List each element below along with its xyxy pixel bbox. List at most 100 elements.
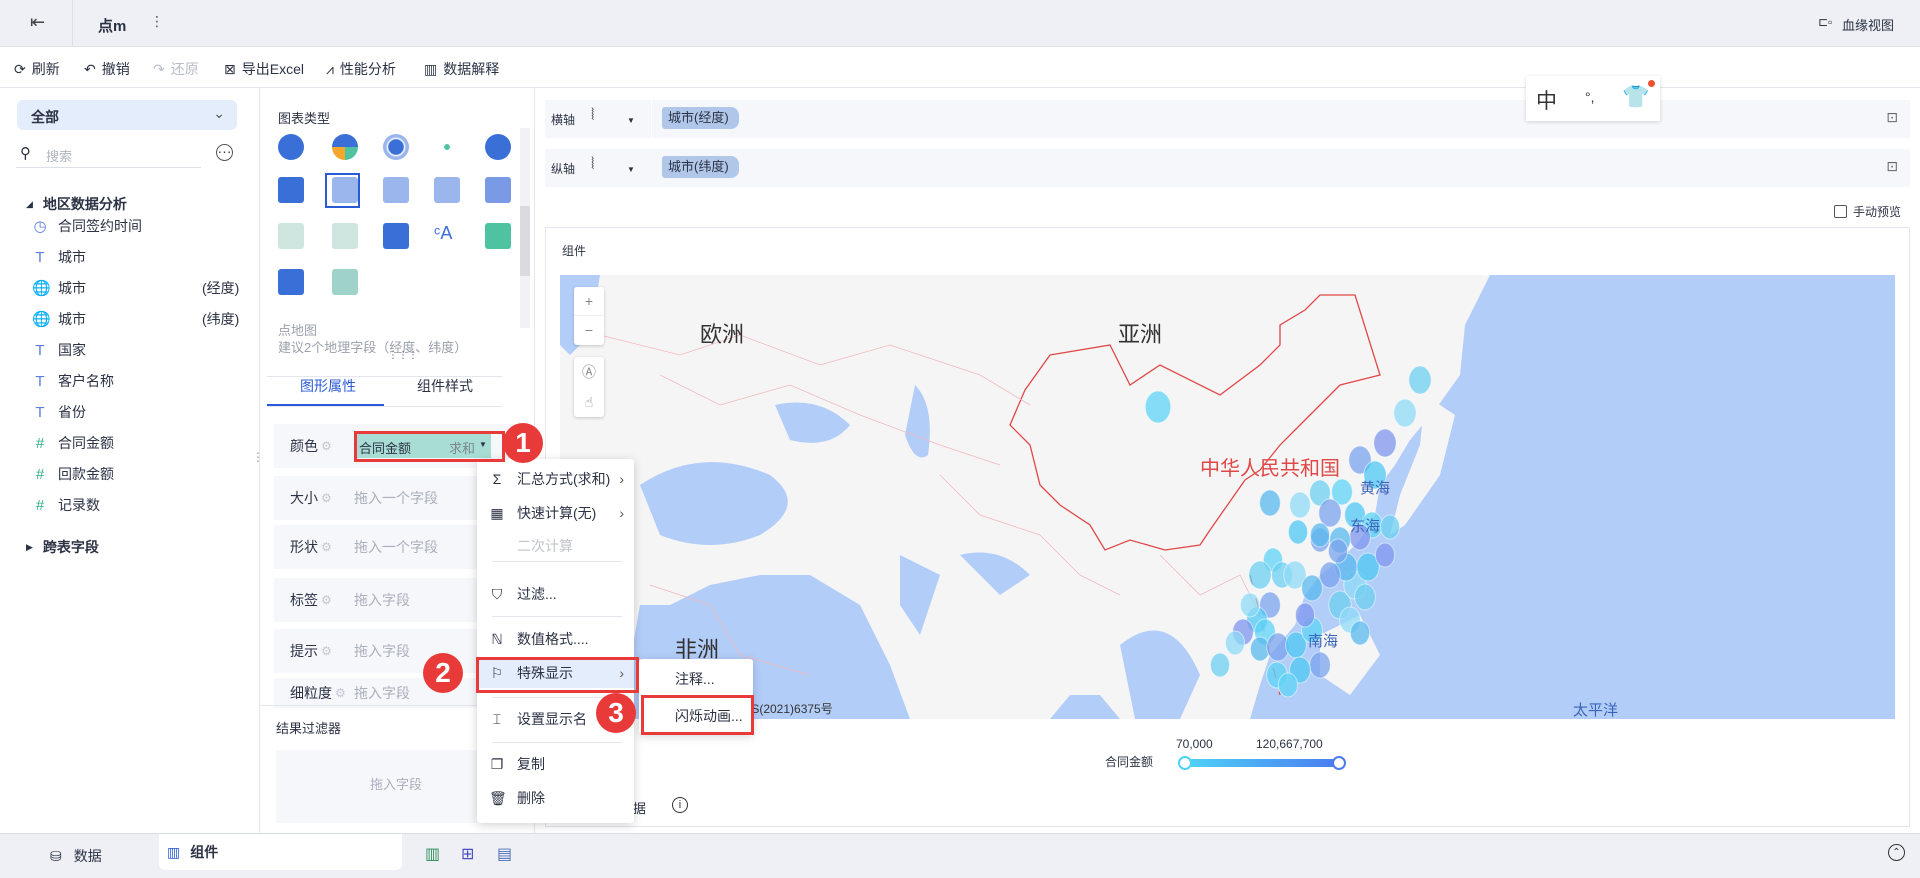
field-scope-dropdown[interactable]: 全部 ⌄	[17, 100, 237, 130]
chart-type-heat-map-icon[interactable]	[434, 177, 460, 203]
more-options-icon[interactable]: ···	[216, 144, 233, 161]
field-group-header[interactable]: ◢ 地区数据分析	[26, 194, 127, 214]
skin-shirt-icon[interactable]: 👕	[1622, 84, 1649, 110]
add-dashboard-icon[interactable]: ⊞	[461, 844, 474, 864]
collapse-up-icon[interactable]: ⌃	[1888, 844, 1905, 861]
document-title[interactable]: 点m	[98, 15, 126, 36]
map-point[interactable]	[1327, 538, 1349, 564]
chart-type-scatter-icon[interactable]	[434, 134, 460, 160]
menu-item-copy[interactable]: ❐ 复制	[477, 749, 634, 779]
field-item[interactable]: T 国家	[32, 340, 86, 360]
tab-component[interactable]: ▥ 组件	[159, 834, 402, 870]
tab-component-style[interactable]: 组件样式	[417, 376, 473, 396]
map-point[interactable]	[1239, 592, 1261, 618]
chart-type-sankey-icon[interactable]	[332, 269, 358, 295]
auto-select-icon[interactable]: Ⓐ	[574, 357, 604, 387]
menu-item-quick-calc[interactable]: ▦ 快速计算(无) ›	[477, 498, 634, 528]
map-point[interactable]	[1289, 491, 1311, 519]
gear-icon[interactable]: ⚙	[321, 540, 332, 554]
field-item[interactable]: ◷ 合同签约时间	[32, 216, 142, 236]
cross-table-fields[interactable]: ▶ 跨表字段	[26, 537, 99, 557]
axis-sort-icon[interactable]: ⦚	[591, 107, 594, 125]
redo-button[interactable]: ↷ 还原	[153, 59, 199, 79]
chart-type-pie-icon[interactable]	[278, 134, 304, 160]
map-point[interactable]	[1294, 602, 1316, 628]
lineage-view-button[interactable]: 血缘视图	[1842, 15, 1894, 34]
field-item[interactable]: 🌐 城市 (纬度)	[32, 309, 239, 329]
performance-analysis-button[interactable]: ⩘ 性能分析	[326, 59, 396, 79]
field-item[interactable]: T 省份	[32, 402, 86, 422]
field-item[interactable]: T 城市	[32, 247, 86, 267]
chart-type-region-map-icon[interactable]	[278, 177, 304, 203]
map-point[interactable]	[1408, 365, 1432, 395]
menu-item-number-format[interactable]: ℕ 数值格式....	[477, 624, 634, 654]
caret-down-icon[interactable]: ▼	[627, 165, 635, 174]
map-point[interactable]	[1309, 522, 1331, 548]
field-item[interactable]: T 客户名称	[32, 371, 114, 391]
chart-type-density-map-icon[interactable]	[485, 177, 511, 203]
gear-icon[interactable]: ⚙	[321, 644, 332, 658]
lineage-icon[interactable]: ⊏▫	[1818, 15, 1832, 29]
add-component-icon[interactable]: ▥	[425, 844, 440, 864]
map-point[interactable]	[1144, 390, 1172, 424]
field-item[interactable]: # 回款金额	[32, 464, 114, 484]
chart-type-flow-map-icon[interactable]	[383, 177, 409, 203]
tab-data[interactable]: ⛁ 数据	[50, 846, 102, 866]
x-axis-field-pill[interactable]: 城市(经度)	[662, 107, 739, 129]
zoom-out-button[interactable]: −	[574, 316, 604, 345]
chart-type-word-cloud-icon[interactable]: ᶜA	[434, 223, 460, 249]
exit-icon[interactable]: ⇤	[30, 12, 45, 33]
chart-type-box-plot-icon[interactable]	[278, 269, 304, 295]
field-item[interactable]: 🌐 城市 (经度)	[32, 278, 239, 298]
map-point[interactable]	[1309, 651, 1331, 679]
gear-icon[interactable]: ⚙	[321, 593, 332, 607]
menu-item-filter[interactable]: ⛉ 过滤...	[477, 579, 634, 609]
map-point[interactable]	[1248, 560, 1272, 590]
map-point[interactable]	[1379, 514, 1401, 540]
info-icon[interactable]: i	[672, 797, 688, 813]
lock-icon[interactable]: ⊡	[1886, 109, 1898, 126]
gear-icon[interactable]: ⚙	[335, 686, 346, 700]
menu-item-aggregation[interactable]: Σ 汇总方式(求和) ›	[477, 464, 634, 494]
submenu-item-annotation[interactable]: 注释...	[675, 669, 715, 689]
chart-type-funnel-icon[interactable]	[485, 223, 511, 249]
menu-item-delete[interactable]: 🗑 删除	[477, 783, 634, 813]
legend-min-handle[interactable]	[1178, 756, 1192, 770]
refresh-button[interactable]: ⟳ 刷新	[14, 59, 60, 79]
map-point[interactable]	[1373, 428, 1397, 458]
manual-preview-checkbox[interactable]: 手动预览	[1834, 203, 1901, 220]
legend-gradient-bar[interactable]	[1186, 759, 1338, 767]
add-report-icon[interactable]: ▤	[497, 844, 512, 864]
gear-icon[interactable]: ⚙	[321, 439, 332, 453]
map-point[interactable]	[1393, 398, 1417, 428]
tab-graphic-properties[interactable]: 图形属性	[300, 376, 356, 396]
chart-type-bubble-icon[interactable]	[485, 134, 511, 160]
undo-button[interactable]: ↶ 撤销	[84, 59, 130, 79]
chart-type-treemap-icon[interactable]	[383, 223, 409, 249]
caret-down-icon[interactable]: ▼	[627, 116, 635, 125]
map-point[interactable]	[1209, 652, 1231, 678]
zoom-in-button[interactable]: +	[574, 287, 604, 316]
axis-sort-icon[interactable]: ⦚	[591, 156, 594, 174]
y-axis-field-pill[interactable]: 城市(纬度)	[662, 156, 739, 178]
checkbox[interactable]	[1834, 205, 1847, 218]
map-point[interactable]	[1287, 519, 1309, 545]
export-excel-button[interactable]: ⊠ 导出Excel	[224, 59, 304, 79]
more-vertical-icon[interactable]: ⋮	[150, 13, 164, 30]
ime-punctuation-toggle[interactable]: °,	[1585, 89, 1595, 105]
field-item[interactable]: # 记录数	[32, 495, 100, 515]
legend-max-handle[interactable]	[1332, 756, 1346, 770]
map-point[interactable]	[1374, 542, 1396, 568]
search-input[interactable]: ⚲ 搜索	[16, 142, 201, 168]
map-point[interactable]	[1319, 561, 1341, 589]
map-point[interactable]	[1301, 574, 1323, 602]
map-point[interactable]	[1349, 620, 1371, 646]
chart-type-rank-list-icon[interactable]	[332, 223, 358, 249]
chart-type-ring-icon[interactable]	[383, 134, 409, 160]
gear-icon[interactable]: ⚙	[321, 491, 332, 505]
map-point[interactable]	[1277, 672, 1299, 698]
data-explain-button[interactable]: ▥ 数据解释	[424, 59, 499, 79]
chart-type-scrollbar[interactable]	[520, 128, 530, 328]
ime-language-toggle[interactable]: 中	[1536, 85, 1557, 115]
map-point[interactable]	[1354, 583, 1376, 611]
